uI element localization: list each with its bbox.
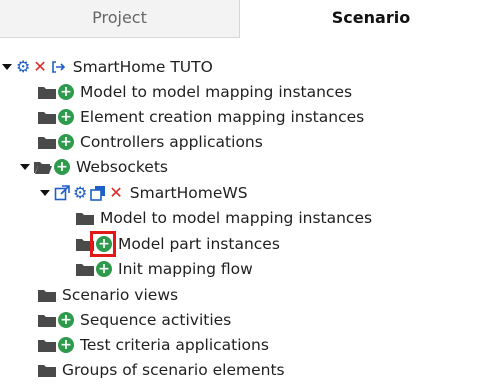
tree-item-label: Test criteria applications — [80, 336, 269, 354]
add-icon[interactable]: + — [54, 159, 70, 175]
tree-item-root[interactable]: ⚙ ✕ SmartHome TUTO — [2, 55, 213, 79]
folder-icon — [38, 365, 56, 377]
open-external-icon[interactable] — [54, 185, 70, 201]
remove-icon[interactable]: ✕ — [33, 59, 46, 75]
folder-icon — [38, 137, 56, 149]
add-icon[interactable]: + — [58, 312, 74, 328]
tree-item-label: Sequence activities — [80, 311, 232, 329]
tree-item-label: Scenario views — [62, 286, 179, 304]
tree-item-label: Groups of scenario elements — [62, 361, 285, 379]
tab-scenario[interactable]: Scenario — [240, 0, 502, 38]
chevron-down-icon[interactable] — [20, 162, 30, 172]
tree-item-label: Model part instances — [118, 235, 280, 253]
tree-item-label: Element creation mapping instances — [80, 108, 365, 126]
folder-icon — [76, 264, 94, 276]
copy-icon[interactable] — [90, 185, 106, 201]
chevron-down-icon[interactable] — [40, 188, 50, 198]
tree-item-label: Init mapping flow — [118, 260, 253, 278]
add-icon[interactable]: + — [58, 109, 74, 125]
tree-item[interactable]: + Controllers applications — [38, 130, 263, 154]
folder-icon — [38, 290, 56, 302]
folder-icon — [38, 87, 56, 99]
tree-item[interactable]: + Test criteria applications — [38, 333, 269, 357]
link-icon[interactable] — [50, 59, 66, 75]
tree-item-label: SmartHome TUTO — [72, 58, 213, 76]
add-icon[interactable]: + — [58, 337, 74, 353]
highlight-box — [90, 231, 116, 257]
folder-icon — [38, 315, 56, 327]
tree-item[interactable]: + Model to model mapping instances — [38, 80, 352, 104]
tree-item-label: Model to model mapping instances — [100, 209, 373, 227]
folder-icon — [38, 340, 56, 352]
gear-icon[interactable]: ⚙ — [73, 185, 87, 201]
tree-item[interactable]: + Element creation mapping instances — [38, 105, 364, 129]
tree-item-label: Model to model mapping instances — [80, 83, 353, 101]
add-icon[interactable]: + — [58, 134, 74, 150]
tree-item-label: Controllers applications — [80, 133, 263, 151]
tab-bar: Project Scenario — [0, 0, 502, 38]
chevron-down-icon[interactable] — [2, 62, 12, 72]
tab-project[interactable]: Project — [0, 0, 240, 38]
tree-item-label: SmartHomeWS — [129, 184, 248, 202]
remove-icon[interactable]: ✕ — [109, 185, 122, 201]
gear-icon[interactable]: ⚙ — [16, 59, 30, 75]
add-icon[interactable]: + — [58, 84, 74, 100]
tree-item-label: Websockets — [76, 158, 168, 176]
tree-item-websockets[interactable]: + Websockets — [20, 155, 168, 179]
tree-item[interactable]: + Init mapping flow — [76, 257, 253, 281]
tree-item[interactable]: Model to model mapping instances — [76, 206, 372, 230]
folder-icon — [76, 213, 94, 225]
tree-item[interactable]: Scenario views — [38, 283, 178, 307]
folder-icon — [38, 112, 56, 124]
tree-item[interactable]: + Sequence activities — [38, 308, 231, 332]
tree-item-websocket[interactable]: ⚙ ✕ SmartHomeWS — [40, 181, 248, 205]
folder-open-icon — [34, 162, 52, 174]
tree-item[interactable]: Groups of scenario elements — [38, 358, 285, 382]
add-icon[interactable]: + — [96, 261, 112, 277]
